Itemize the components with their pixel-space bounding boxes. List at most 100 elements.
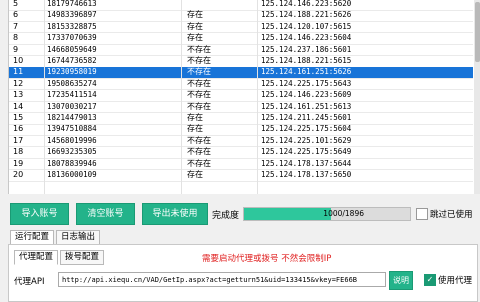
row-status: 不存在 bbox=[187, 158, 211, 168]
row-status: 不存在 bbox=[187, 78, 211, 88]
table-row[interactable]: 13 17235411514 不存在 125.124.146.223:5609 bbox=[9, 90, 473, 102]
help-button[interactable]: 说明 bbox=[389, 271, 413, 290]
tab-log-output[interactable]: 日志输出 bbox=[56, 230, 101, 245]
row-index: 6 bbox=[13, 10, 19, 20]
row-status: 存在 bbox=[187, 170, 203, 179]
row-phone: 13070030217 bbox=[47, 101, 97, 111]
row-proxy: 125.124.225.175:5643 bbox=[261, 78, 352, 88]
tab-dial-config[interactable]: 拨号配置 bbox=[60, 250, 105, 265]
column-divider bbox=[181, 0, 182, 194]
use-proxy-label: 使用代理 bbox=[438, 276, 473, 286]
row-status: 不存在 bbox=[187, 44, 211, 54]
row-status: 不存在 bbox=[187, 56, 211, 65]
row-phone: 14568019996 bbox=[47, 135, 97, 145]
row-proxy: 125.124.211.245:5601 bbox=[261, 113, 352, 122]
row-proxy: 125.124.161.251:5613 bbox=[261, 101, 352, 111]
table-row[interactable]: 12 19508635274 不存在 125.124.225.175:5643 bbox=[9, 79, 473, 91]
row-phone: 16744736582 bbox=[47, 56, 97, 65]
row-phone: 13947510884 bbox=[47, 124, 97, 134]
row-phone: 18136000109 bbox=[47, 170, 97, 179]
row-proxy: 125.124.161.251:5626 bbox=[261, 67, 352, 77]
table-row[interactable]: 5 18179746613 125.124.146.223:5620 bbox=[9, 0, 473, 11]
row-proxy: 125.124.120.107:5615 bbox=[261, 21, 352, 31]
row-proxy: 125.124.178.137:5644 bbox=[261, 158, 352, 168]
row-phone: 19230958019 bbox=[47, 67, 97, 77]
row-phone: 19508635274 bbox=[47, 78, 97, 88]
column-divider bbox=[44, 0, 45, 194]
row-phone: 14983396897 bbox=[47, 10, 97, 20]
table-row[interactable]: 14 13070030217 不存在 125.124.161.251:5613 bbox=[9, 102, 473, 114]
row-proxy: 125.124.146.223:5609 bbox=[261, 90, 352, 100]
scrollbar-thumb[interactable] bbox=[475, 2, 480, 62]
proxy-api-input[interactable]: http://api.xiequ.cn/VAD/GetIp.aspx?act=g… bbox=[58, 272, 386, 287]
tab-run-config[interactable]: 运行配置 bbox=[10, 230, 55, 245]
table-row[interactable]: 8 17337070639 存在 125.124.146.223:5604 bbox=[9, 33, 473, 45]
table-row[interactable]: 10 16744736582 不存在 125.124.188.221:5615 bbox=[9, 56, 473, 68]
row-phone: 18078839946 bbox=[47, 158, 97, 168]
row-index: 19 bbox=[13, 158, 24, 168]
row-index: 11 bbox=[13, 67, 24, 77]
row-index: 9 bbox=[13, 44, 19, 54]
row-phone: 18179746613 bbox=[47, 0, 97, 8]
table-row[interactable]: 17 14568019996 不存在 125.124.225.101:5629 bbox=[9, 136, 473, 148]
progress-bar: 1000/1896 bbox=[243, 207, 411, 221]
row-index: 14 bbox=[13, 101, 24, 111]
column-divider bbox=[257, 0, 258, 194]
progress-label: 完成度 bbox=[212, 211, 240, 221]
row-index: 15 bbox=[13, 113, 24, 122]
row-proxy: 125.124.225.101:5629 bbox=[261, 135, 352, 145]
row-status: 存在 bbox=[187, 113, 203, 122]
clear-accounts-button[interactable]: 清空账号 bbox=[76, 203, 135, 225]
row-status: 存在 bbox=[187, 124, 203, 134]
row-phone: 17337070639 bbox=[47, 33, 97, 43]
row-status: 存在 bbox=[187, 21, 203, 31]
row-index: 10 bbox=[13, 56, 24, 65]
table-row[interactable]: 20 18136000109 存在 125.124.178.137:5650 bbox=[9, 170, 473, 182]
table-row[interactable]: 18 16693235305 不存在 125.124.225.175:5649 bbox=[9, 147, 473, 159]
proxy-api-label: 代理API bbox=[14, 277, 45, 287]
row-proxy: 125.124.146.223:5620 bbox=[261, 0, 352, 8]
row-proxy: 125.124.188.221:5626 bbox=[261, 10, 352, 20]
row-index: 17 bbox=[13, 135, 24, 145]
notice-text: 需要启动代理或拨号 不然会限制IP bbox=[202, 254, 332, 264]
row-phone: 14668059649 bbox=[47, 44, 97, 54]
row-phone: 16693235305 bbox=[47, 147, 97, 157]
row-status: 不存在 bbox=[187, 67, 211, 77]
row-phone: 18153328875 bbox=[47, 21, 97, 31]
table-row[interactable]: 16 13947510884 存在 125.124.225.175:5604 bbox=[9, 124, 473, 136]
row-index: 12 bbox=[13, 78, 24, 88]
row-proxy: 125.124.146.223:5604 bbox=[261, 33, 352, 43]
row-status: 不存在 bbox=[187, 147, 211, 157]
row-proxy: 125.124.225.175:5604 bbox=[261, 124, 352, 134]
row-phone: 17235411514 bbox=[47, 90, 97, 100]
row-index: 5 bbox=[13, 0, 19, 8]
row-index: 13 bbox=[13, 90, 24, 100]
skip-used-label: 跳过已使用 bbox=[430, 210, 473, 220]
export-unused-button[interactable]: 导出未使用 bbox=[142, 203, 208, 225]
table-row[interactable]: 19 18078839946 不存在 125.124.178.137:5644 bbox=[9, 159, 473, 171]
row-status: 不存在 bbox=[187, 90, 211, 100]
row-status: 存在 bbox=[187, 33, 203, 43]
skip-used-checkbox[interactable] bbox=[416, 208, 428, 220]
import-accounts-button[interactable]: 导入账号 bbox=[10, 203, 69, 225]
tab-proxy-config[interactable]: 代理配置 bbox=[14, 250, 59, 265]
table-row[interactable]: 6 14983396897 存在 125.124.188.221:5626 bbox=[9, 10, 473, 22]
row-index: 18 bbox=[13, 147, 24, 157]
row-proxy: 125.124.178.137:5650 bbox=[261, 170, 352, 179]
row-status: 不存在 bbox=[187, 101, 211, 111]
row-proxy: 125.124.188.221:5615 bbox=[261, 56, 352, 65]
row-phone: 18214479013 bbox=[47, 113, 97, 122]
table-row[interactable]: 7 18153328875 存在 125.124.120.107:5615 bbox=[9, 22, 473, 34]
row-index: 7 bbox=[13, 21, 19, 31]
table-row[interactable]: 15 18214479013 存在 125.124.211.245:5601 bbox=[9, 113, 473, 125]
table-row[interactable]: 11 19230958019 不存在 125.124.161.251:5626 bbox=[9, 67, 473, 79]
row-status: 存在 bbox=[187, 10, 203, 20]
row-index: 8 bbox=[13, 33, 19, 43]
table-row[interactable]: 9 14668059649 不存在 125.124.237.186:5601 bbox=[9, 45, 473, 57]
row-proxy: 125.124.225.175:5649 bbox=[261, 147, 352, 157]
account-grid[interactable]: 5 18179746613 125.124.146.223:5620 6 1498339… bbox=[8, 0, 480, 194]
row-index: 16 bbox=[13, 124, 24, 134]
progress-text: 1000/1896 bbox=[323, 209, 364, 218]
use-proxy-checkbox[interactable]: ✓ bbox=[424, 274, 436, 286]
grid-scrollbar[interactable] bbox=[474, 0, 480, 194]
